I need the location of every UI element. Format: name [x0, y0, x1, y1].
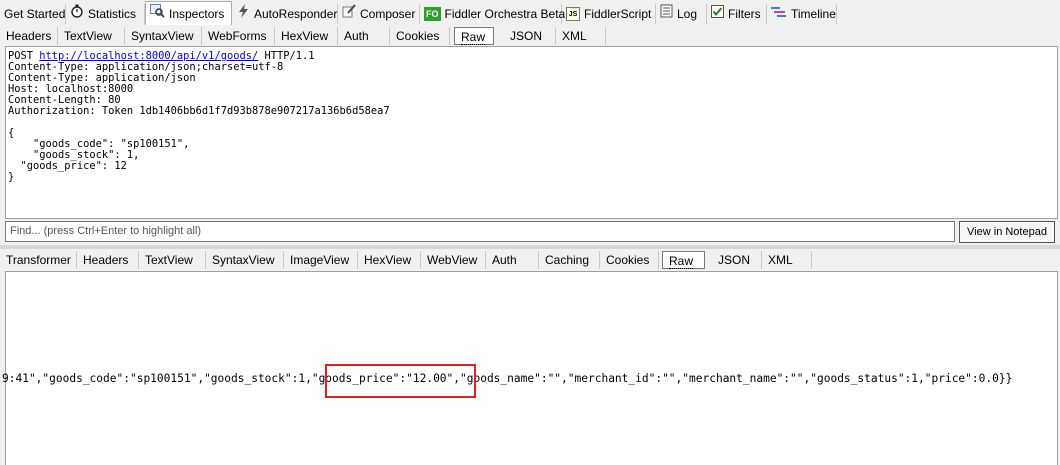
request-raw-text: POST http://localhost:8000/api/v1/goods/… — [8, 50, 390, 183]
request-raw-view[interactable]: POST http://localhost:8000/api/v1/goods/… — [5, 46, 1058, 219]
checkbox-icon — [711, 4, 724, 24]
response-inspector-tabs: Transformer Headers TextView SyntaxView … — [0, 249, 1060, 270]
tab-fiddlerscript[interactable]: JS FiddlerScript — [562, 4, 656, 24]
fo-icon: FO — [424, 6, 441, 21]
tab-label: Fiddler Orchestra Beta — [444, 7, 566, 21]
tab-label: Log — [677, 7, 698, 21]
tab-inspectors[interactable]: Inspectors — [145, 1, 232, 25]
tab-label: AutoResponder — [254, 7, 338, 21]
req-tab-xml[interactable]: XML — [556, 27, 606, 45]
timeline-icon — [771, 4, 787, 24]
tab-label: FiddlerScript — [584, 7, 652, 21]
find-input[interactable]: Find... (press Ctrl+Enter to highlight a… — [5, 221, 955, 242]
req-tab-headers[interactable]: Headers — [0, 27, 58, 45]
req-tab-syntaxview[interactable]: SyntaxView — [125, 27, 202, 45]
tab-timeline[interactable]: Timeline — [767, 4, 837, 24]
resp-tab-webview[interactable]: WebView — [421, 251, 486, 269]
tab-composer[interactable]: Composer — [338, 4, 420, 24]
req-tab-auth[interactable]: Auth — [338, 27, 390, 45]
resp-tab-imageview[interactable]: ImageView — [284, 251, 358, 269]
view-in-notepad-button[interactable]: View in Notepad — [959, 221, 1055, 243]
tab-fiddler-orchestra[interactable]: FO Fiddler Orchestra Beta — [420, 4, 565, 24]
req-tab-raw[interactable]: Raw — [454, 27, 494, 45]
find-bar: Find... (press Ctrl+Enter to highlight a… — [5, 221, 1057, 243]
resp-tab-raw[interactable]: Raw — [662, 251, 705, 269]
stopwatch-icon — [70, 4, 84, 24]
tab-label: Inspectors — [169, 7, 225, 21]
goods-price-highlight-box — [325, 364, 476, 398]
resp-tab-textview[interactable]: TextView — [139, 251, 206, 269]
resp-tab-xml[interactable]: XML — [762, 251, 812, 269]
tab-get-started[interactable]: Get Started — [0, 4, 66, 24]
tab-statistics[interactable]: Statistics — [66, 4, 145, 24]
resp-tab-cookies[interactable]: Cookies — [600, 251, 659, 269]
tab-label: Statistics — [88, 7, 137, 21]
tab-autoresponder[interactable]: AutoResponder — [232, 3, 338, 24]
req-tab-cookies[interactable]: Cookies — [390, 27, 450, 45]
tab-label: Composer — [360, 7, 416, 21]
top-tab-bar: Get Started Statistics Inspectors AutoRe… — [0, 0, 1060, 26]
req-tab-textview[interactable]: TextView — [58, 27, 125, 45]
resp-tab-headers[interactable]: Headers — [77, 251, 139, 269]
lightning-icon — [236, 3, 250, 24]
resp-tab-caching[interactable]: Caching — [539, 251, 600, 269]
log-icon — [660, 4, 673, 24]
response-raw-text: 9:41","goods_code":"sp100151","goods_sto… — [2, 372, 1013, 385]
resp-tab-hexview[interactable]: HexView — [358, 251, 421, 269]
tab-label: Timeline — [791, 7, 836, 21]
resp-tab-syntaxview[interactable]: SyntaxView — [206, 251, 284, 269]
tab-log[interactable]: Log — [656, 4, 707, 24]
magnifier-icon — [150, 2, 165, 26]
script-icon: JS — [566, 6, 580, 21]
pencil-icon — [342, 4, 356, 24]
resp-tab-auth[interactable]: Auth — [486, 251, 539, 269]
req-tab-hexview[interactable]: HexView — [275, 27, 338, 45]
response-raw-view[interactable] — [5, 271, 1058, 465]
tab-filters[interactable]: Filters — [707, 4, 767, 24]
tab-label: Filters — [728, 7, 761, 21]
tab-label: Get Started — [4, 7, 66, 21]
req-tab-webforms[interactable]: WebForms — [202, 27, 275, 45]
request-inspector-tabs: Headers TextView SyntaxView WebForms Hex… — [0, 25, 1060, 46]
resp-tab-transformer[interactable]: Transformer — [0, 251, 77, 269]
req-tab-json[interactable]: JSON — [504, 27, 556, 45]
resp-tab-json[interactable]: JSON — [712, 251, 762, 269]
